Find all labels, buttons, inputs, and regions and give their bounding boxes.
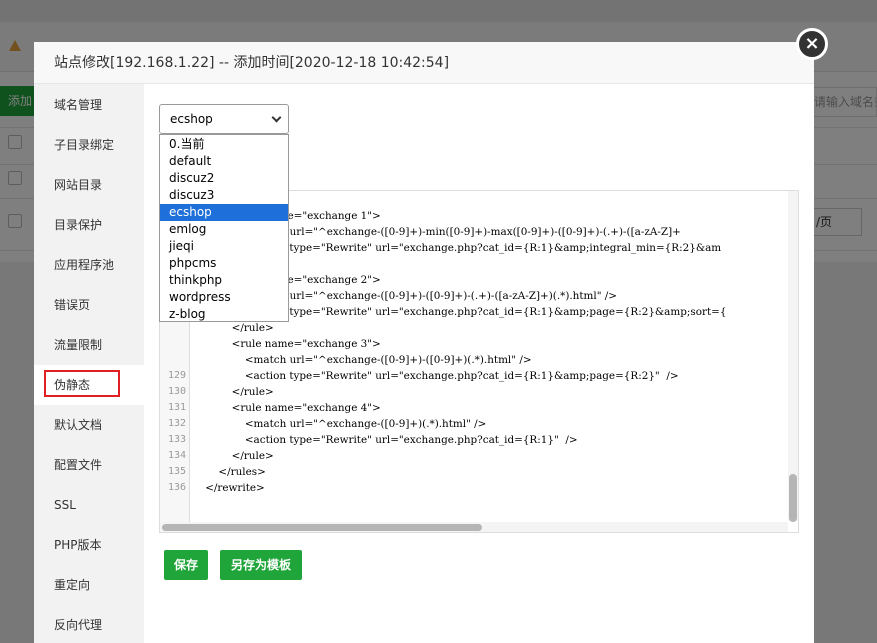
line-number: 133: [167, 434, 186, 445]
line-number: 134: [167, 450, 186, 461]
code-line: </rule>: [192, 386, 274, 398]
sidebar-item-label: 域名管理: [54, 98, 103, 112]
line-number: 136: [167, 482, 186, 493]
code-line: </rule>: [192, 322, 274, 334]
close-icon[interactable]: ×: [796, 28, 828, 60]
chevron-down-icon: [271, 112, 282, 123]
modal-title: 站点修改[192.168.1.22] -- 添加时间[2020-12-18 10…: [34, 42, 814, 84]
line-number: 129: [167, 370, 186, 381]
sidebar-item[interactable]: SSL: [34, 485, 144, 525]
sidebar-item[interactable]: PHP版本: [34, 525, 144, 565]
sidebar-item-label: SSL: [54, 498, 76, 512]
sidebar-item-label: 错误页: [54, 298, 91, 312]
sidebar-item[interactable]: 错误页: [34, 285, 144, 325]
code-line: </rule>: [192, 450, 274, 462]
sidebar-item[interactable]: 反向代理: [34, 605, 144, 643]
sidebar-item[interactable]: 子目录绑定: [34, 125, 144, 165]
sidebar-item-label: PHP版本: [54, 538, 102, 552]
sidebar-item-label: 目录保护: [54, 218, 103, 232]
active-highlight-box: [44, 370, 120, 397]
line-number: 132: [167, 418, 186, 429]
sidebar-item[interactable]: 网站目录: [34, 165, 144, 205]
dropdown-option[interactable]: jieqi: [160, 238, 288, 255]
sidebar-item-label: 默认文档: [54, 418, 103, 432]
sidebar-item[interactable]: 伪静态: [34, 365, 144, 405]
sidebar-item-label: 反向代理: [54, 618, 103, 632]
vertical-scrollbar[interactable]: [788, 191, 798, 521]
sidebar-item-label: 配置文件: [54, 458, 103, 472]
dropdown-option[interactable]: discuz3: [160, 187, 288, 204]
sidebar-item-label: 应用程序池: [54, 258, 115, 272]
code-line: <action type="Rewrite" url="exchange.php…: [192, 434, 578, 446]
line-number: 135: [167, 466, 186, 477]
dropdown-option[interactable]: ecshop: [160, 204, 288, 221]
line-number: 131: [167, 402, 186, 413]
sidebar-item-label: 流量限制: [54, 338, 103, 352]
save-button[interactable]: 保存: [164, 550, 208, 580]
code-line: <rule name="exchange 4">: [192, 402, 381, 414]
code-line: <rule name="exchange 3">: [192, 338, 381, 350]
code-line: </rules>: [192, 466, 266, 478]
dropdown-option[interactable]: phpcms: [160, 255, 288, 272]
template-dropdown-list: 0.当前 default discuz2 discuz3 ecshop emlog jieq…: [159, 134, 289, 322]
rewrite-template-select[interactable]: ecshop: [159, 104, 289, 134]
dropdown-option[interactable]: emlog: [160, 221, 288, 238]
code-line: <match url="^exchange-([0-9]+)-([0-9]+)(…: [192, 354, 532, 366]
dropdown-option[interactable]: wordpress: [160, 289, 288, 306]
sidebar-item[interactable]: 应用程序池: [34, 245, 144, 285]
sidebar-item-label: 重定向: [54, 578, 91, 592]
dropdown-option[interactable]: 0.当前: [160, 136, 288, 153]
dropdown-option[interactable]: discuz2: [160, 170, 288, 187]
sidebar-item-label: 子目录绑定: [54, 138, 115, 152]
code-line: <match url="^exchange-([0-9]+)(.*).html"…: [192, 418, 487, 430]
sidebar-item[interactable]: 配置文件: [34, 445, 144, 485]
select-value: ecshop: [170, 112, 213, 126]
site-edit-modal: 站点修改[192.168.1.22] -- 添加时间[2020-12-18 10…: [34, 42, 814, 643]
horizontal-scroll-thumb[interactable]: [162, 524, 482, 531]
sidebar-item-label: 网站目录: [54, 178, 103, 192]
sidebar-item[interactable]: 重定向: [34, 565, 144, 605]
dropdown-option[interactable]: thinkphp: [160, 272, 288, 289]
code-line: <action type="Rewrite" url="exchange.php…: [192, 370, 679, 382]
vertical-scroll-thumb[interactable]: [789, 474, 797, 522]
sidebar-item[interactable]: 流量限制: [34, 325, 144, 365]
dropdown-option[interactable]: default: [160, 153, 288, 170]
settings-sidebar: 域名管理子目录绑定网站目录目录保护应用程序池错误页流量限制伪静态默认文档配置文件…: [34, 84, 144, 643]
line-number: 130: [167, 386, 186, 397]
sidebar-item[interactable]: 域名管理: [34, 85, 144, 125]
sidebar-item[interactable]: 目录保护: [34, 205, 144, 245]
sidebar-item[interactable]: 默认文档: [34, 405, 144, 445]
code-line: </rewrite>: [192, 482, 265, 494]
dropdown-option[interactable]: z-blog: [160, 306, 288, 323]
save-as-template-button[interactable]: 另存为模板: [220, 550, 302, 580]
rewrite-panel: ecshop </rule> <rule name="exchange 1"> …: [144, 84, 814, 643]
